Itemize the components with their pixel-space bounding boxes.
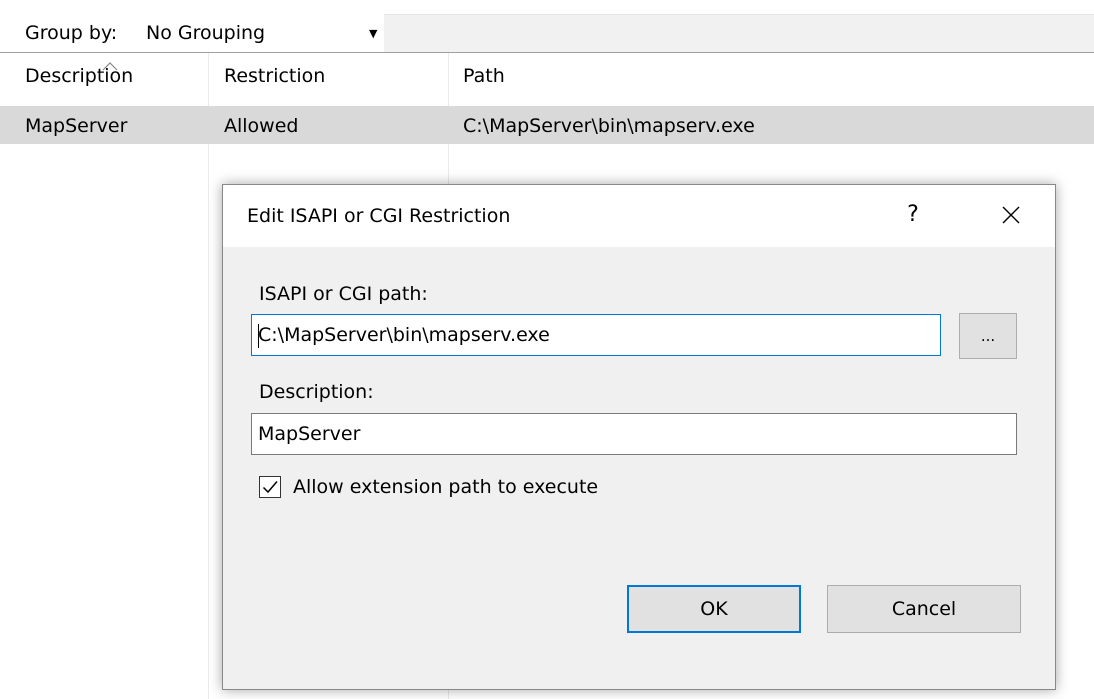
group-by-select[interactable]: No Grouping ▼ <box>136 14 384 52</box>
close-icon <box>1002 206 1020 224</box>
group-by-value: No Grouping <box>146 22 266 44</box>
column-divider[interactable] <box>208 53 209 699</box>
table-row[interactable]: MapServer Allowed C:\MapServer\bin\mapse… <box>0 106 1094 144</box>
allow-execute-label: Allow extension path to execute <box>293 476 599 498</box>
cell-path: C:\MapServer\bin\mapserv.exe <box>463 115 755 137</box>
group-by-label: Group by: <box>25 22 118 44</box>
description-label: Description: <box>259 381 374 403</box>
cell-restriction: Allowed <box>224 115 299 137</box>
dialog-title: Edit ISAPI or CGI Restriction <box>247 205 511 227</box>
close-button[interactable] <box>987 191 1035 239</box>
description-input-value: MapServer <box>258 423 361 445</box>
cancel-button[interactable]: Cancel <box>827 585 1021 633</box>
checkmark-icon <box>262 481 278 494</box>
column-header-path[interactable]: Path <box>463 63 505 89</box>
dropdown-arrow-icon: ▼ <box>369 27 378 40</box>
column-header-description[interactable]: Description <box>25 62 133 89</box>
toolbar: Group by: No Grouping ▼ <box>0 0 1094 52</box>
column-header-path-label: Path <box>463 65 505 87</box>
path-label: ISAPI or CGI path: <box>259 283 428 305</box>
help-button[interactable]: ? <box>891 191 935 239</box>
cell-description: MapServer <box>25 115 128 137</box>
column-header-restriction-label: Restriction <box>224 65 326 87</box>
browse-button[interactable]: ... <box>959 313 1017 359</box>
path-input-value: C:\MapServer\bin\mapserv.exe <box>258 324 550 346</box>
edit-restriction-dialog: Edit ISAPI or CGI Restriction ? ISAPI or… <box>222 184 1056 690</box>
path-input[interactable]: C:\MapServer\bin\mapserv.exe <box>251 314 941 356</box>
chevron-up-icon <box>102 62 118 71</box>
description-input[interactable]: MapServer <box>251 413 1017 455</box>
column-header-restriction[interactable]: Restriction <box>224 63 325 89</box>
text-caret <box>258 324 259 348</box>
toolbar-strip <box>384 14 1094 52</box>
allow-execute-checkbox[interactable] <box>259 476 281 498</box>
ok-button[interactable]: OK <box>627 585 801 633</box>
dialog-titlebar[interactable]: Edit ISAPI or CGI Restriction ? <box>223 185 1055 247</box>
